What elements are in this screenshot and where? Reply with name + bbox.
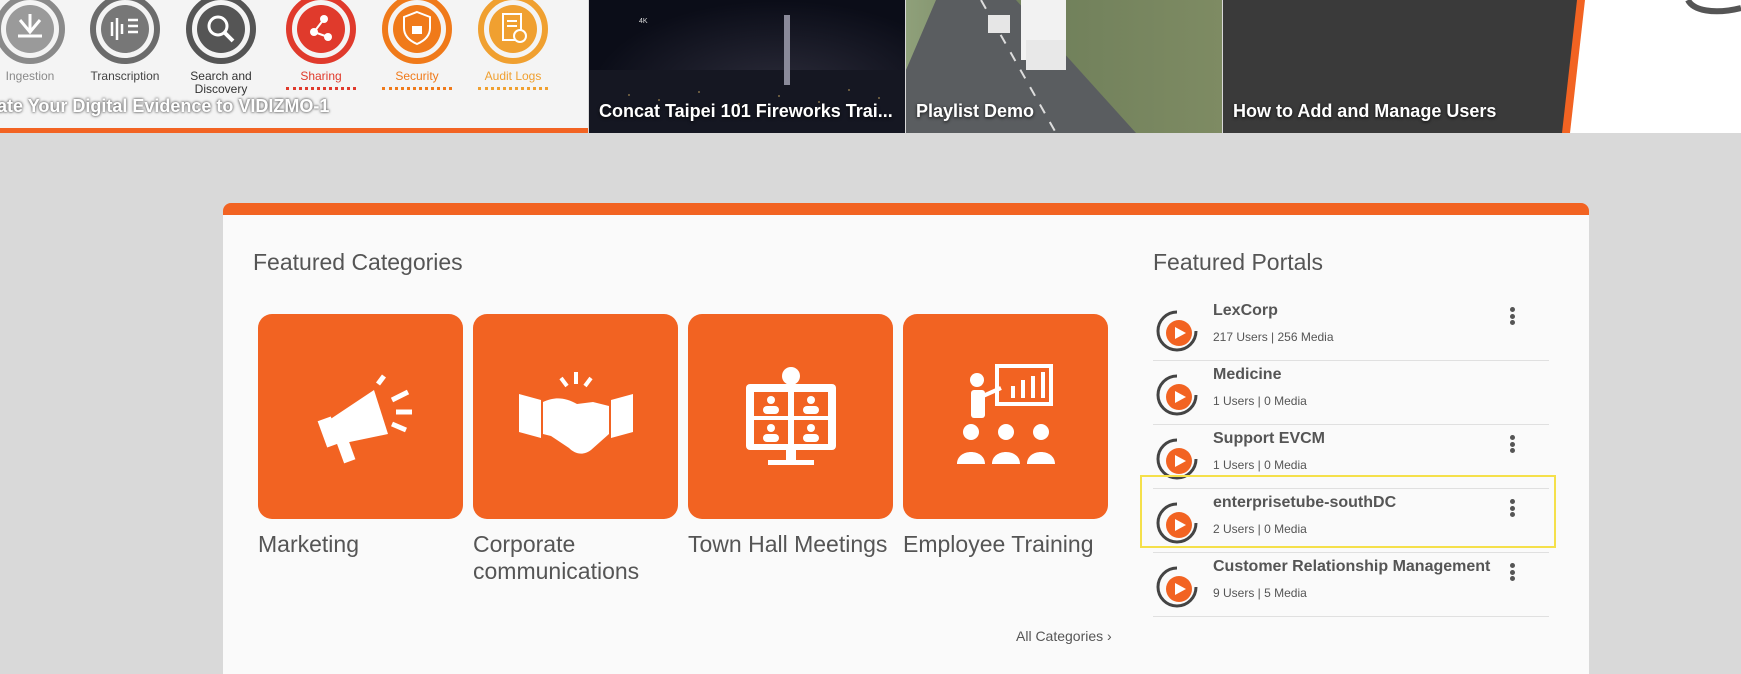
slide-title: Concat Taipei 101 Fireworks Trai... bbox=[599, 101, 893, 121]
carousel-slide-taipei[interactable]: 4K Concat Taipei 101 Fireworks Trai... bbox=[589, 0, 905, 133]
category-employee-training[interactable]: Employee Training bbox=[903, 314, 1108, 558]
slide-title: rate Your Digital Evidence to VIDIZMO-1 bbox=[0, 96, 330, 116]
svg-text:4K: 4K bbox=[639, 18, 648, 25]
featured-categories-heading: Featured Categories bbox=[253, 249, 463, 275]
carousel-slide-users[interactable]: How to Add and Manage Users bbox=[1223, 0, 1741, 133]
feature-search-discovery: Search and Discovery bbox=[176, 0, 266, 96]
portal-logo-icon bbox=[1156, 566, 1198, 608]
featured-portals-heading: Featured Portals bbox=[1153, 249, 1324, 275]
feature-sharing: Sharing bbox=[276, 0, 366, 90]
search-icon bbox=[184, 0, 258, 66]
portal-logo-icon bbox=[1156, 374, 1198, 416]
dotted-divider bbox=[478, 87, 548, 90]
dotted-divider bbox=[286, 87, 356, 90]
category-tile[interactable] bbox=[473, 314, 678, 519]
category-tile[interactable] bbox=[258, 314, 463, 519]
kebab-menu-icon[interactable] bbox=[1505, 433, 1519, 455]
portal-item-customer-relationship-management[interactable]: Customer Relationship Management 9 Users… bbox=[1153, 553, 1549, 617]
slide-title: How to Add and Manage Users bbox=[1233, 101, 1497, 121]
category-corporate-communications[interactable]: Corporate communications bbox=[473, 314, 678, 585]
handshake-icon bbox=[518, 371, 633, 454]
megaphone-icon bbox=[317, 374, 412, 463]
portal-item-medicine[interactable]: Medicine 1 Users | 0 Media bbox=[1153, 361, 1549, 425]
category-tile[interactable] bbox=[903, 314, 1108, 519]
selection-highlight bbox=[1140, 475, 1556, 548]
carousel-slide-vidizmo[interactable]: Ingestion Transcription Search and Disco… bbox=[0, 0, 588, 133]
kebab-menu-icon[interactable] bbox=[1505, 561, 1519, 583]
carousel-slide-playlist[interactable]: Playlist Demo bbox=[906, 0, 1222, 133]
category-tile[interactable] bbox=[688, 314, 893, 519]
media-carousel: Ingestion Transcription Search and Disco… bbox=[0, 0, 1741, 133]
presentation-icon bbox=[956, 363, 1055, 464]
transcription-icon bbox=[88, 0, 162, 66]
portal-list: LexCorp 217 Users | 256 Media Medicine 1… bbox=[1153, 297, 1549, 617]
portal-item-lexcorp[interactable]: LexCorp 217 Users | 256 Media bbox=[1153, 297, 1549, 361]
kebab-menu-icon[interactable] bbox=[1505, 305, 1519, 327]
share-icon bbox=[284, 0, 358, 66]
portal-logo-icon bbox=[1156, 310, 1198, 352]
category-marketing[interactable]: Marketing bbox=[258, 314, 463, 558]
feature-audit-logs: Audit Logs bbox=[468, 0, 558, 90]
ingestion-icon bbox=[0, 0, 67, 66]
lock-shield-icon bbox=[380, 0, 454, 66]
all-categories-link[interactable]: All Categories › bbox=[1016, 628, 1112, 644]
video-conference-icon bbox=[745, 366, 836, 465]
feature-ingestion: Ingestion bbox=[0, 0, 75, 83]
dotted-divider bbox=[382, 87, 452, 90]
audit-log-icon bbox=[476, 0, 550, 66]
feature-transcription: Transcription bbox=[80, 0, 170, 83]
featured-card: Featured Categories Marketing Corporate … bbox=[223, 203, 1589, 674]
slide-title: Playlist Demo bbox=[916, 101, 1035, 121]
category-town-hall-meetings[interactable]: Town Hall Meetings bbox=[688, 314, 893, 558]
feature-security: Security bbox=[372, 0, 462, 90]
